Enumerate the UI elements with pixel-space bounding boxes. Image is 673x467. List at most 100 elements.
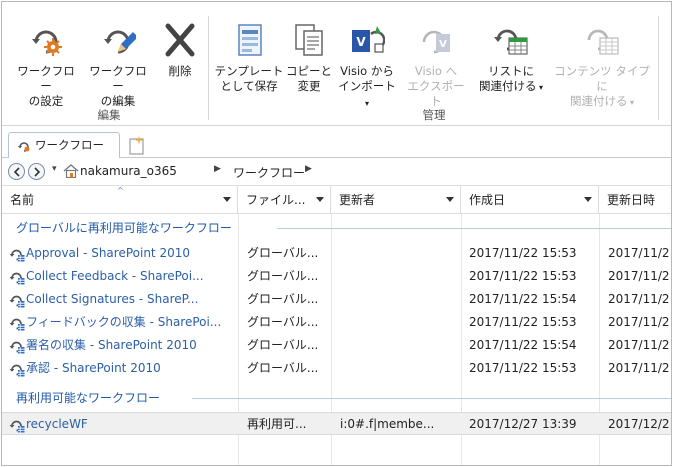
visio-import-label-2: インポート xyxy=(338,79,396,93)
breadcrumb-separator-icon[interactable]: ▶ xyxy=(305,164,312,174)
delete-label: 削除 xyxy=(168,64,192,78)
workflow-modified: 2017/11/2 xyxy=(608,292,670,306)
table-row[interactable]: recycleWF 再利用可... i:0#.f|membe... 2017/12/2… xyxy=(2,412,671,436)
group-header-global-reusable[interactable]: グローバルに再利用可能なワークフロー xyxy=(2,217,671,239)
workflow-name[interactable]: Collect Signatures - ShareP... xyxy=(2,288,238,311)
workflow-edit-label-1: ワークフロー xyxy=(89,64,147,93)
table-row[interactable]: フィードバックの収集 - SharePoi... グローバル... 2017/11/… xyxy=(2,311,671,334)
copy-modify-button[interactable]: コピーと 変更 xyxy=(286,22,332,94)
workflow-modified: 2017/11/2 xyxy=(608,361,670,375)
table-row[interactable]: 署名の収集 - SharePoint 2010 グローバル... 2017/11/2… xyxy=(2,334,671,357)
group-title: 再利用可能なワークフロー xyxy=(16,391,161,405)
workflow-name[interactable]: Collect Feedback - SharePoi... xyxy=(2,265,238,288)
workflow-icon xyxy=(9,420,25,433)
table-row[interactable]: 承認 - SharePoint 2010 グローバル... 2017/11/22 1… xyxy=(2,357,671,380)
visio-export-button[interactable]: V Visio へ エクスポート xyxy=(402,22,470,109)
workflow-edit-label-2: の編集 xyxy=(100,94,136,108)
column-header-label: 名前 xyxy=(10,193,35,207)
tab-workflows[interactable]: ワークフロー xyxy=(8,132,120,159)
workflow-modified: 2017/11/2 xyxy=(608,338,670,352)
column-header-label: 更新日時 xyxy=(607,193,656,207)
breadcrumb-separator-icon[interactable]: ▶ xyxy=(214,164,221,174)
column-header-modified-by[interactable]: 更新者 xyxy=(331,186,461,214)
save-as-template-icon xyxy=(238,24,262,56)
workflow-name[interactable]: recycleWF xyxy=(2,413,238,436)
ribbon: ワークフロー の設定 ワークフロー の編集 削除 編集 テンプレート として保存… xyxy=(2,2,671,126)
column-header-name[interactable]: ^ 名前 xyxy=(2,186,238,214)
svg-text:V: V xyxy=(356,35,366,49)
associate-list-icon xyxy=(494,29,528,55)
home-icon[interactable] xyxy=(63,164,79,178)
group-title: グローバルに再利用可能なワークフロー xyxy=(16,221,232,235)
workflow-list: ^ 名前 ファイル... 更新者 作成日 更新日時 グローバルに再利用可能なワー… xyxy=(2,186,671,465)
save-as-template-button[interactable]: テンプレート として保存 xyxy=(214,22,284,94)
column-header-modified[interactable]: 更新日時 xyxy=(599,186,671,214)
workflow-edit-button[interactable]: ワークフロー の編集 xyxy=(86,22,150,109)
associate-content-type-icon xyxy=(587,29,619,55)
sort-ascending-icon: ^ xyxy=(117,186,124,195)
table-row[interactable]: Collect Signatures - ShareP... グローバル... 20… xyxy=(2,288,671,311)
table-row[interactable]: Collect Feedback - SharePoi... グローバル... 20… xyxy=(2,265,671,288)
associate-content-type-button[interactable]: コンテンツ タイプに 関連付ける ▾ xyxy=(551,22,653,110)
breadcrumb-workflows[interactable]: ワークフロー xyxy=(233,164,305,181)
breadcrumb: ▾ nakamura_o365 ▶ ワークフロー ▶ xyxy=(2,158,671,186)
workflow-name[interactable]: Approval - SharePoint 2010 xyxy=(2,242,238,265)
visio-export-label-2: エクスポート xyxy=(407,79,465,108)
workflow-type: グローバル... xyxy=(247,315,319,329)
workflow-name[interactable]: フィードバックの収集 - SharePoi... xyxy=(2,311,238,334)
chevron-down-icon xyxy=(446,197,454,202)
visio-import-icon: V xyxy=(352,26,385,53)
table-row[interactable]: Approval - SharePoint 2010 グローバル... 2017/1… xyxy=(2,242,671,265)
workflow-settings-label-2: の設定 xyxy=(28,94,64,108)
associate-content-type-label-1: コンテンツ タイプに xyxy=(554,64,650,93)
visio-export-label-1: Visio へ xyxy=(414,64,458,78)
workflow-modified: 2017/12/2 xyxy=(608,417,670,431)
ribbon-group-manage-label: 管理 xyxy=(422,108,446,122)
new-tab-icon[interactable] xyxy=(126,134,148,156)
chevron-down-icon xyxy=(316,197,324,202)
arrow-right-icon xyxy=(34,167,41,177)
copy-modify-label-2: 変更 xyxy=(297,79,321,93)
delete-button[interactable]: 削除 xyxy=(158,22,202,79)
workflow-modified-by xyxy=(340,334,458,357)
workflow-type: グローバル... xyxy=(247,338,319,352)
column-header-label: 更新者 xyxy=(339,193,376,207)
associate-list-button[interactable]: リストに 関連付ける ▾ xyxy=(472,22,550,95)
chevron-down-icon: ▾ xyxy=(627,98,635,107)
workflow-created: 2017/11/22 15:54 xyxy=(469,338,577,352)
workflow-modified-by xyxy=(340,288,458,311)
breadcrumb-site[interactable]: nakamura_o365 xyxy=(80,164,177,178)
delete-icon xyxy=(165,23,195,57)
save-as-template-label-2: として保存 xyxy=(220,79,278,93)
visio-import-button[interactable]: V Visio から インポート ▾ xyxy=(335,22,399,111)
copy-modify-label-1: コピーと xyxy=(286,64,332,78)
workflow-modified-by xyxy=(340,357,458,380)
workflow-icon xyxy=(18,142,30,152)
group-header-reusable[interactable]: 再利用可能なワークフロー xyxy=(2,387,671,409)
list-header: ^ 名前 ファイル... 更新者 作成日 更新日時 xyxy=(2,186,671,214)
workflow-settings-icon xyxy=(32,30,62,56)
workflow-icon xyxy=(9,318,25,331)
column-header-type[interactable]: ファイル... xyxy=(238,186,331,214)
workflow-name[interactable]: 署名の収集 - SharePoint 2010 xyxy=(2,334,238,357)
back-button[interactable] xyxy=(8,163,25,180)
history-dropdown-icon[interactable]: ▾ xyxy=(52,164,57,174)
workflow-name-text: 署名の収集 - SharePoint 2010 xyxy=(26,338,197,352)
ribbon-group-edit-label: 編集 xyxy=(97,108,121,122)
workflow-name-text: Collect Feedback - SharePoi... xyxy=(26,269,204,283)
document-tab-bar: ワークフロー xyxy=(2,126,671,159)
workflow-name[interactable]: 承認 - SharePoint 2010 xyxy=(2,357,238,380)
workflow-icon xyxy=(9,272,25,285)
workflow-modified: 2017/11/2 xyxy=(608,315,670,329)
visio-export-icon: V xyxy=(422,30,450,54)
workflow-modified-by xyxy=(340,242,458,265)
workflow-type: 再利用可... xyxy=(247,417,307,431)
workflow-name-text: フィードバックの収集 - SharePoi... xyxy=(26,315,222,329)
ribbon-separator xyxy=(658,16,659,120)
workflow-settings-button[interactable]: ワークフロー の設定 xyxy=(14,22,78,109)
workflow-modified-by xyxy=(340,311,458,334)
workflow-icon xyxy=(9,341,25,354)
column-header-created[interactable]: 作成日 xyxy=(461,186,599,214)
forward-button[interactable] xyxy=(28,163,45,180)
associate-content-type-label-2: 関連付ける xyxy=(569,94,628,108)
